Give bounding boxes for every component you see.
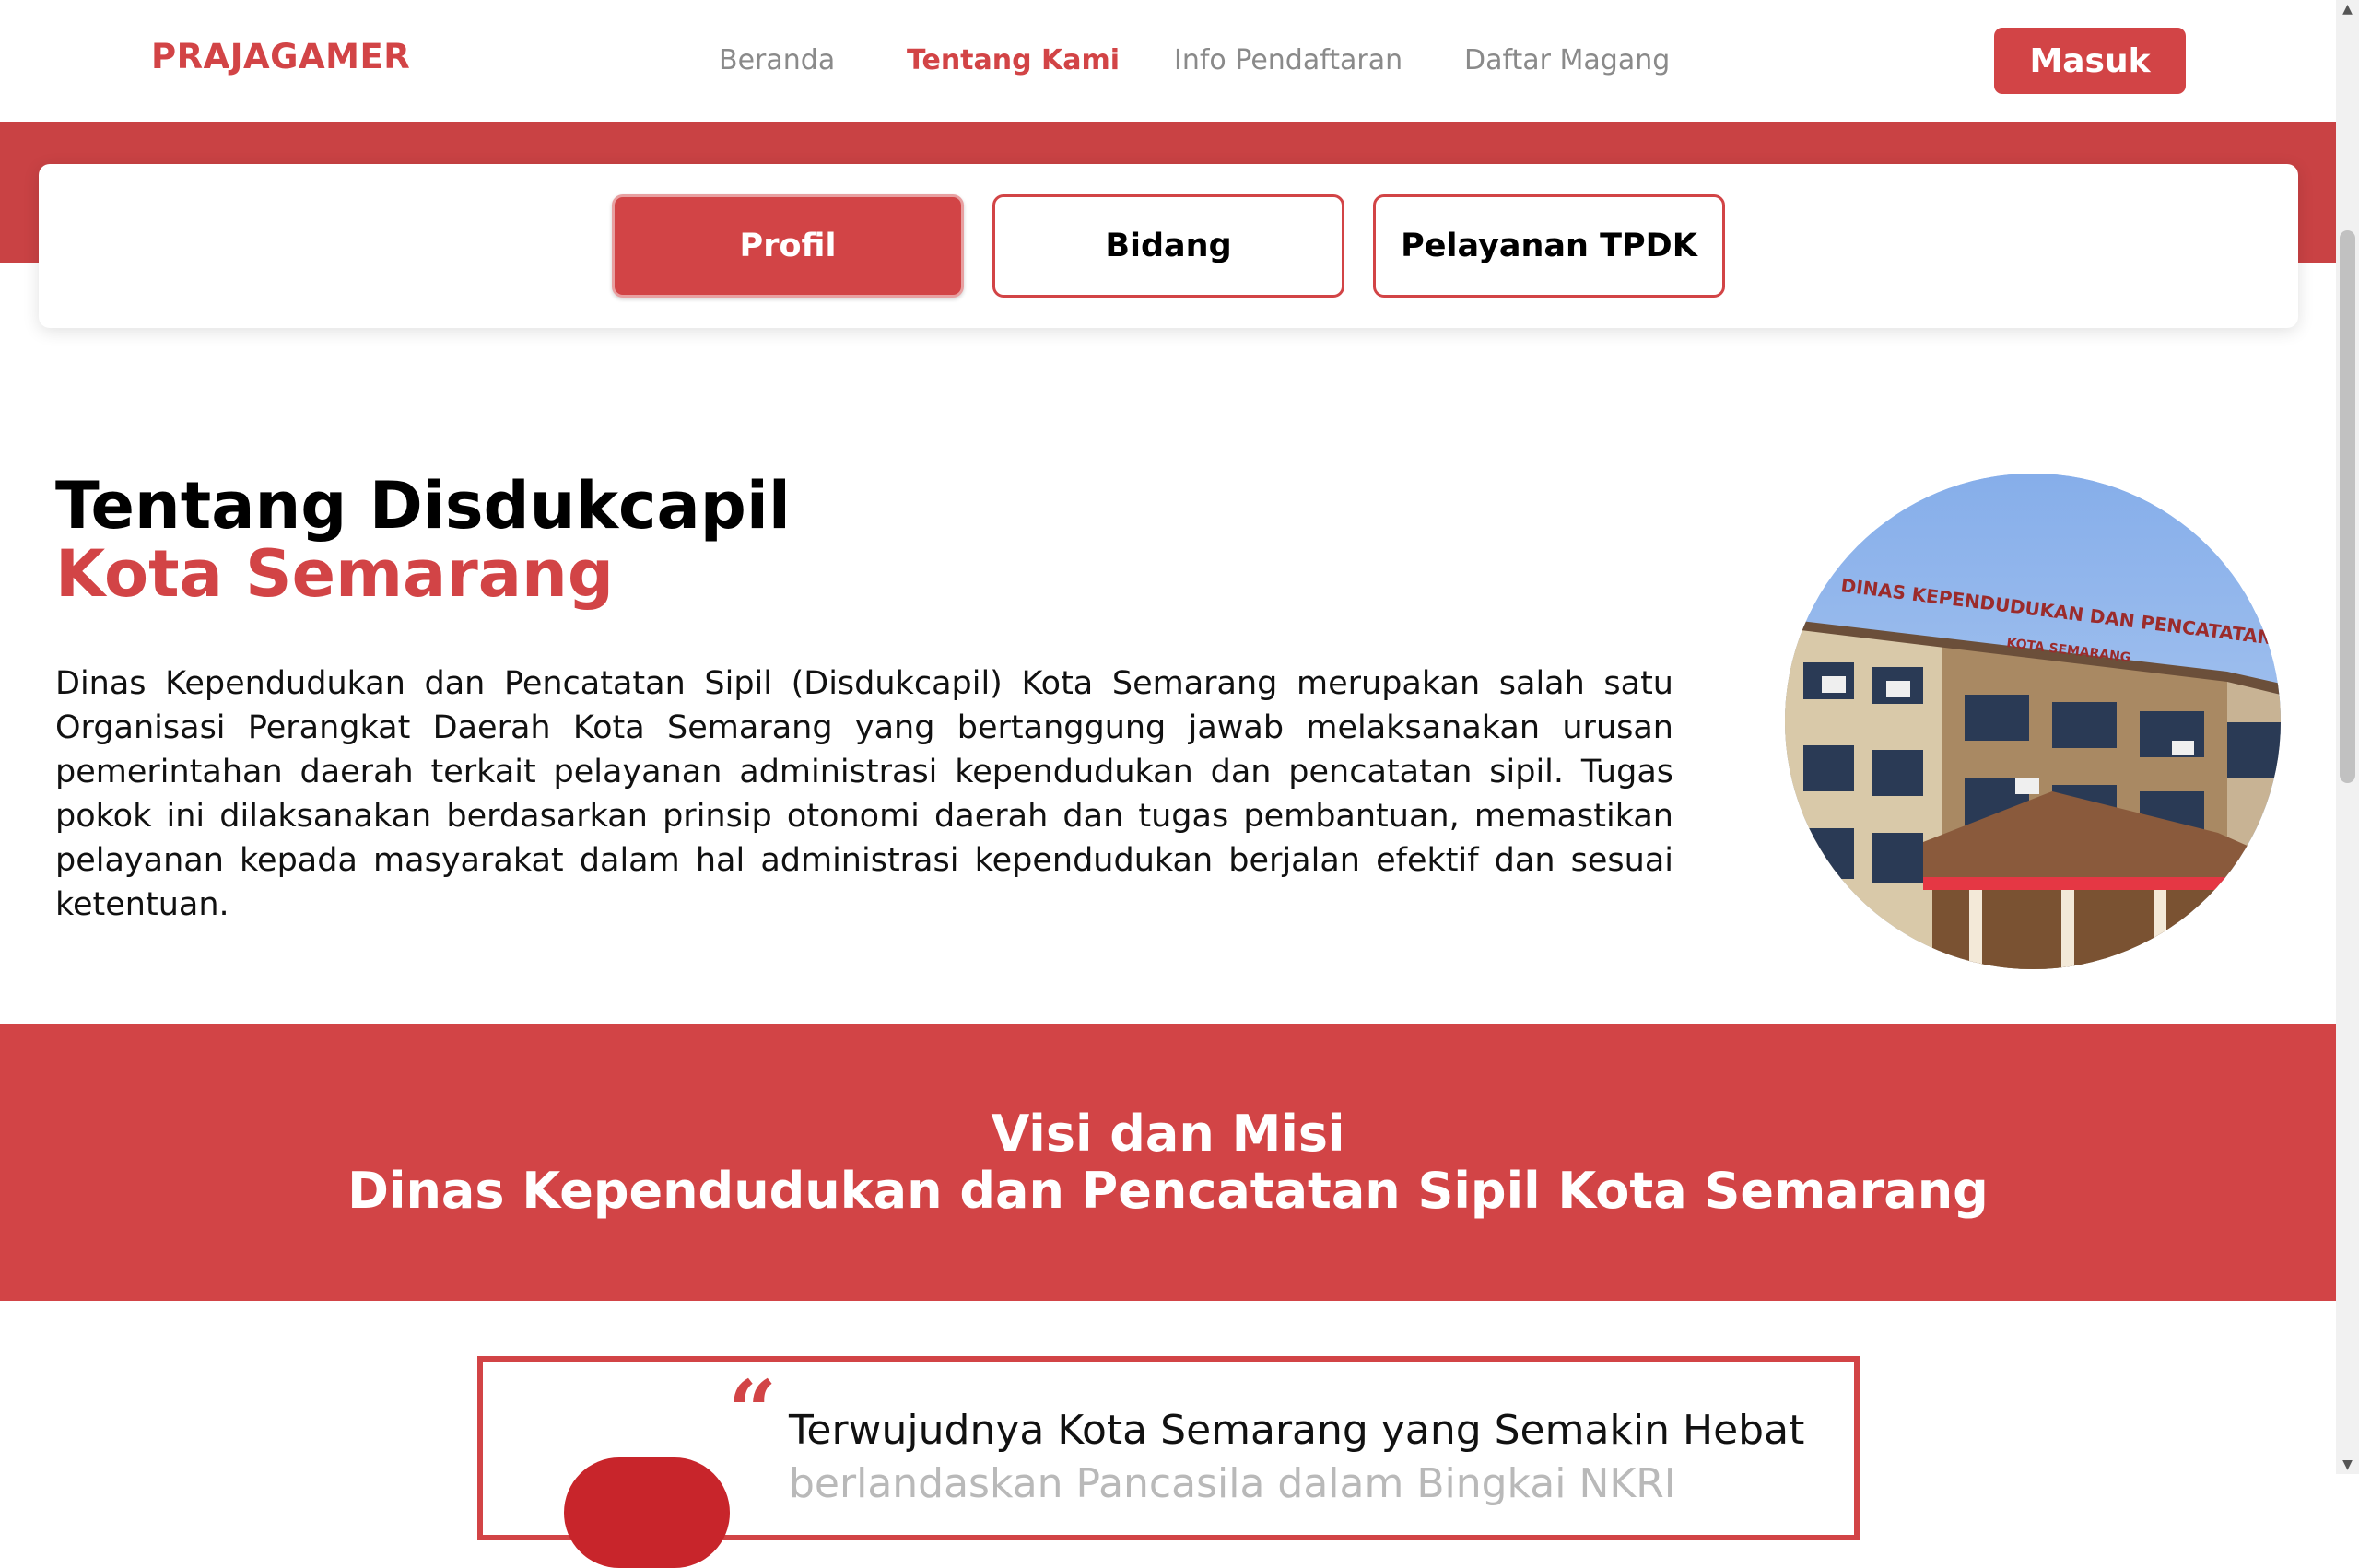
brand-logo[interactable]: PRAJAGAMER: [151, 37, 410, 76]
visi-statement: Terwujudnya Kota Semarang yang Semakin H…: [789, 1404, 1804, 1511]
visi-misi-band: Visi dan Misi Dinas Kependudukan dan Pen…: [0, 1024, 2336, 1301]
tab-bidang[interactable]: Bidang: [992, 194, 1344, 298]
tab-card: Profil Bidang Pelayanan TPDK: [39, 164, 2298, 328]
office-building-photo: DINAS KEPENDUDUKAN DAN PENCATATAN SIPIL …: [1785, 474, 2281, 969]
visi-misi-title-line2: Dinas Kependudukan dan Pencatatan Sipil …: [347, 1162, 1989, 1220]
visi-misi-title: Visi dan Misi Dinas Kependudukan dan Pen…: [0, 1106, 2336, 1220]
scroll-down-icon[interactable]: ▼: [2336, 1456, 2359, 1474]
about-description: Dinas Kependudukan dan Pencatatan Sipil …: [55, 665, 1673, 923]
visi-misi-title-line1: Visi dan Misi: [991, 1105, 1345, 1163]
nav-link-tentang-kami[interactable]: Tentang Kami: [907, 44, 1120, 76]
page-scrollbar[interactable]: ▲ ▼: [2336, 0, 2359, 1474]
quote-icon: “: [728, 1362, 777, 1461]
login-button[interactable]: Masuk: [1994, 28, 2186, 94]
about-title-line1: Tentang Disdukcapil: [55, 468, 791, 544]
visi-pill-badge: [564, 1457, 730, 1568]
nav-link-beranda[interactable]: Beranda: [719, 44, 835, 76]
nav-link-daftar-magang[interactable]: Daftar Magang: [1464, 44, 1670, 76]
visi-line2: berlandaskan Pancasila dalam Bingkai NKR…: [789, 1460, 1676, 1507]
about-title-line2: Kota Semarang: [55, 536, 614, 612]
about-title: Tentang Disdukcapil Kota Semarang: [55, 472, 791, 608]
scroll-up-icon[interactable]: ▲: [2336, 0, 2359, 18]
navbar: PRAJAGAMER Beranda Tentang Kami Info Pen…: [0, 0, 2336, 122]
nav-link-info-pendaftaran[interactable]: Info Pendaftaran: [1174, 44, 1402, 76]
tab-pelayanan-tpdk[interactable]: Pelayanan TPDK: [1373, 194, 1725, 298]
visi-line1: Terwujudnya Kota Semarang yang Semakin H…: [789, 1407, 1805, 1454]
tab-profil[interactable]: Profil: [612, 194, 964, 298]
visi-card: “ Terwujudnya Kota Semarang yang Semakin…: [477, 1356, 1860, 1568]
scroll-thumb[interactable]: [2340, 230, 2355, 783]
